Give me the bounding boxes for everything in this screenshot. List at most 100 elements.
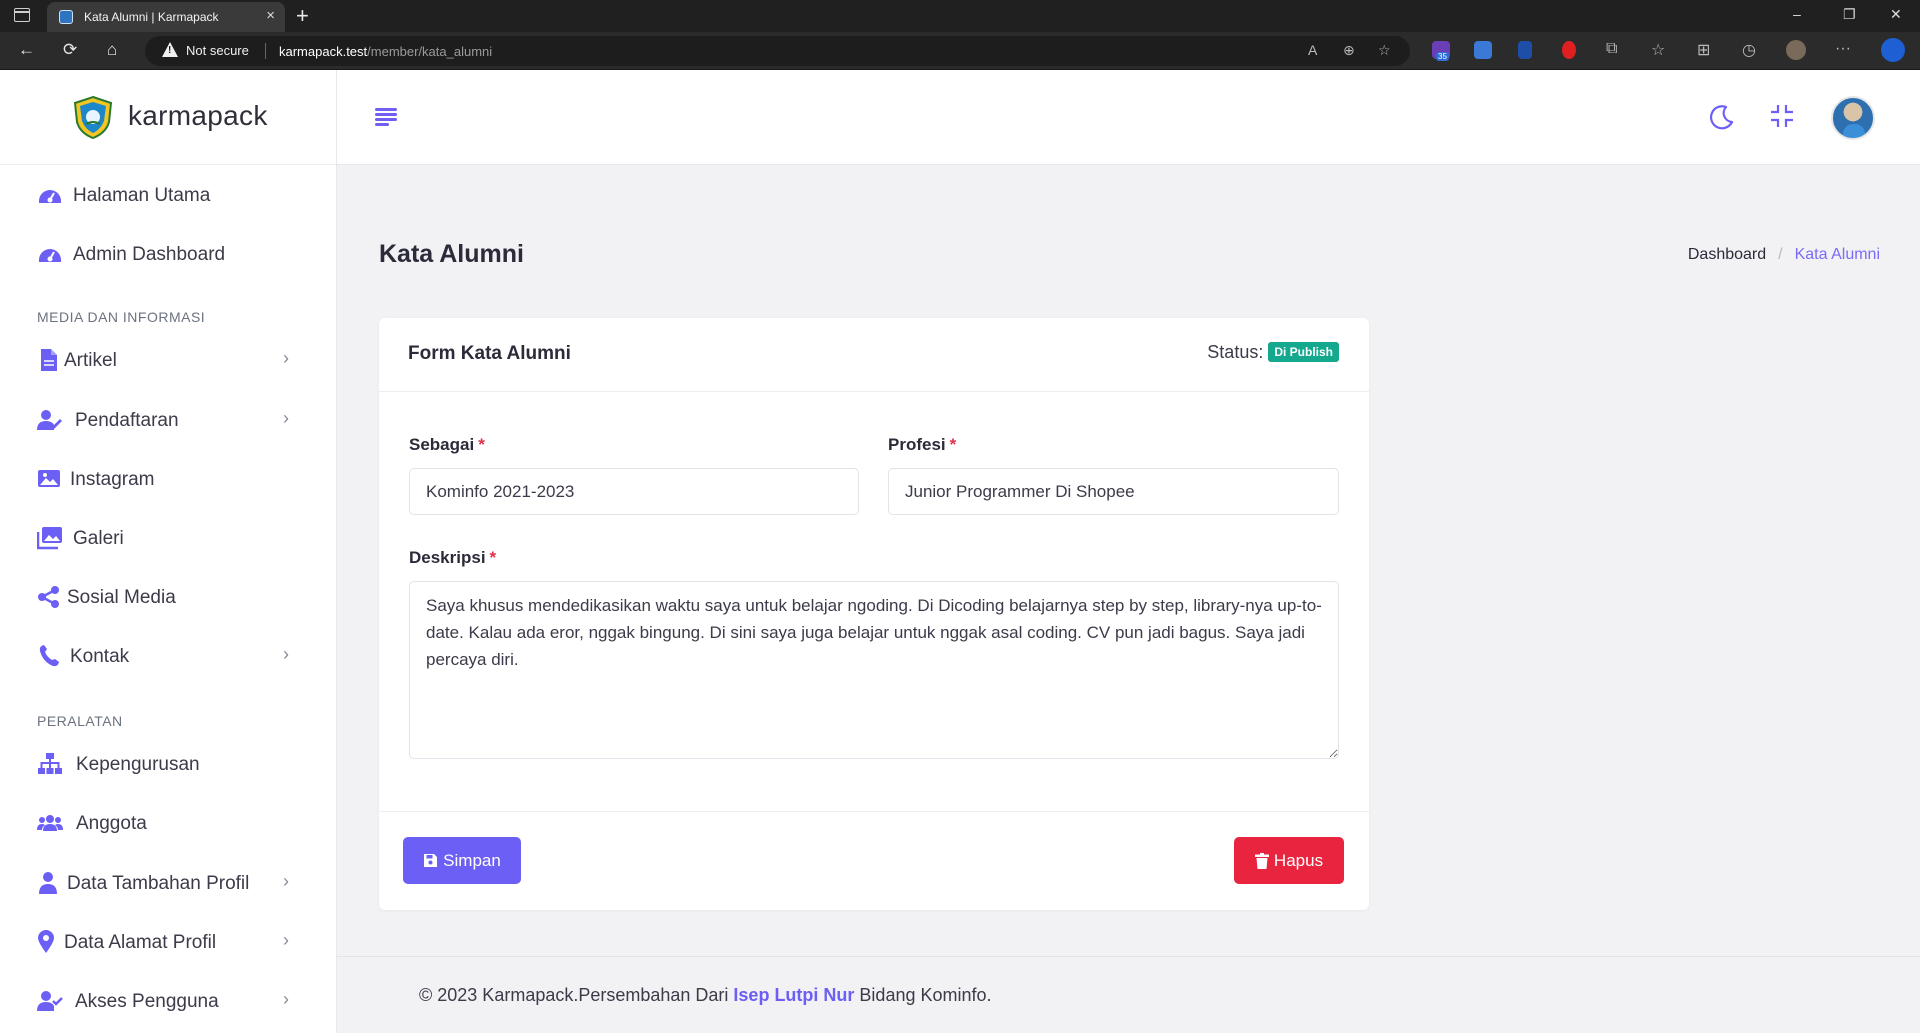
sidebar-item-akses-pengguna[interactable]: Akses Pengguna › [0, 981, 336, 1021]
zoom-icon[interactable]: ⊕ [1343, 42, 1355, 59]
back-icon[interactable]: ← [18, 40, 35, 60]
extension-icon[interactable] [1562, 41, 1576, 59]
tab-favicon-icon [59, 10, 73, 24]
card-footer: Simpan Hapus [379, 811, 1369, 910]
browser-address-row: ← ⟳ ⌂ Not secure karmapack.test/member/k… [0, 32, 1920, 70]
image-icon [38, 470, 60, 487]
file-icon [41, 349, 57, 371]
address-separator [265, 43, 266, 59]
user-check-icon [37, 991, 63, 1011]
home-icon[interactable]: ⌂ [107, 40, 117, 60]
footer-author-link[interactable]: Isep Lutpi Nur [733, 985, 854, 1005]
sidebar-item-galeri[interactable]: Galeri [0, 518, 336, 558]
url-text[interactable]: karmapack.test/member/kata_alumni [279, 44, 492, 59]
sidebar-item-data-tambahan-profil[interactable]: Data Tambahan Profil › [0, 863, 336, 903]
dashboard-gauge-icon [39, 249, 61, 262]
browser-tab[interactable]: Kata Alumni | Karmapack × [47, 2, 285, 32]
status-label: Status: [1207, 342, 1264, 362]
favorites-icon[interactable]: ☆ [1651, 40, 1665, 60]
warning-icon [162, 42, 178, 57]
translate-extension-icon[interactable] [1474, 41, 1492, 59]
extensions-icon[interactable]: ⧉ [1606, 40, 1617, 58]
brand[interactable]: karmapack [0, 70, 336, 165]
extension-badge: 35 [1436, 52, 1449, 61]
sidebar-item-label: Halaman Utama [73, 185, 211, 206]
breadcrumb: Dashboard / Kata Alumni [1688, 246, 1880, 264]
users-icon [37, 815, 63, 831]
more-options-icon[interactable]: ··· [1835, 40, 1851, 58]
sidebar-item-pendaftaran[interactable]: Pendaftaran › [0, 400, 336, 440]
profesi-input[interactable] [888, 468, 1339, 515]
history-icon[interactable]: ◷ [1742, 40, 1756, 60]
sidebar-item-artikel[interactable]: Artikel › [0, 340, 336, 380]
form-card: Form Kata Alumni Status: Di Publish Sebag… [379, 318, 1369, 910]
sidebar-item-label: Artikel [64, 350, 117, 371]
profile-icon[interactable] [1786, 40, 1806, 60]
minimize-icon[interactable]: – [1793, 6, 1801, 22]
avatar[interactable] [1831, 96, 1875, 140]
sebagai-label: Sebagai * [409, 435, 485, 454]
hamburger-icon[interactable] [375, 108, 397, 126]
sidebar-item-label: Anggota [76, 813, 147, 834]
required-mark: * [489, 548, 497, 567]
section-heading-media: MEDIA DAN INFORMASI [37, 309, 206, 325]
brand-name: karmapack [128, 100, 268, 131]
sidebar-item-label: Sosial Media [67, 587, 176, 608]
sidebar-item-data-alamat-profil[interactable]: Data Alamat Profil › [0, 922, 336, 962]
sidebar-item-admin-dashboard[interactable]: Admin Dashboard [0, 234, 336, 274]
moon-icon[interactable] [1707, 102, 1737, 132]
read-aloud-icon[interactable]: A [1308, 42, 1317, 58]
user-icon [39, 872, 57, 894]
sidebar-item-label: Data Tambahan Profil [67, 873, 250, 894]
sitemap-icon [38, 753, 62, 774]
sidebar-item-instagram[interactable]: Instagram [0, 459, 336, 499]
deskripsi-textarea[interactable]: Saya khusus mendedikasikan waktu saya un… [409, 581, 1339, 759]
sidebar-item-kepengurusan[interactable]: Kepengurusan [0, 744, 336, 784]
sidebar-item-label: Kontak [70, 646, 130, 667]
breadcrumb-dashboard-link[interactable]: Dashboard [1688, 246, 1766, 263]
phone-icon [39, 645, 59, 667]
save-button[interactable]: Simpan [403, 837, 521, 884]
save-button-label: Simpan [443, 850, 501, 870]
compress-icon[interactable] [1769, 103, 1795, 129]
new-tab-icon[interactable]: + [296, 3, 309, 29]
chevron-right-icon: › [283, 408, 289, 428]
sidebar: karmapack Halaman Utama Admin Dashboard … [0, 70, 337, 1033]
favorite-add-icon[interactable]: ☆ [1378, 42, 1391, 59]
sebagai-input[interactable] [409, 468, 859, 515]
sidebar-item-halaman-utama[interactable]: Halaman Utama [0, 175, 336, 215]
images-icon [37, 527, 62, 550]
window-close-icon[interactable]: ✕ [1890, 6, 1902, 23]
sidebar-item-label: Admin Dashboard [73, 244, 226, 265]
delete-button[interactable]: Hapus [1234, 837, 1344, 884]
delete-button-label: Hapus [1273, 850, 1324, 870]
security-label[interactable]: Not secure [186, 43, 249, 58]
sidebar-item-kontak[interactable]: Kontak › [0, 636, 336, 676]
card-title: Form Kata Alumni [408, 343, 571, 364]
address-bar[interactable]: Not secure karmapack.test/member/kata_al… [145, 36, 1410, 66]
chevron-right-icon: › [283, 348, 289, 368]
top-header [337, 70, 1920, 165]
section-heading-peralatan: PERALATAN [37, 713, 123, 729]
sidebar-item-label: Data Alamat Profil [64, 932, 217, 953]
restore-icon[interactable]: ❐ [1843, 6, 1856, 23]
deskripsi-label: Deskripsi * [409, 548, 497, 567]
chevron-right-icon: › [283, 871, 289, 891]
reload-icon[interactable]: ⟳ [63, 40, 77, 60]
page-title: Kata Alumni [379, 240, 524, 268]
collections-icon[interactable]: ⊞ [1697, 40, 1710, 60]
status: Status: Di Publish [1207, 342, 1339, 363]
tab-actions-icon[interactable] [14, 8, 30, 22]
shield-logo-icon [73, 95, 113, 140]
map-pin-icon [38, 930, 54, 953]
sidebar-item-sosial-media[interactable]: Sosial Media [0, 577, 336, 617]
sidebar-item-label: Instagram [70, 469, 155, 490]
extension-icon[interactable] [1518, 41, 1532, 59]
required-mark: * [478, 435, 485, 454]
copilot-icon[interactable] [1881, 38, 1905, 62]
dashboard-gauge-icon [39, 190, 61, 203]
tab-close-icon[interactable]: × [266, 7, 275, 24]
card-header: Form Kata Alumni Status: Di Publish [379, 318, 1369, 392]
sidebar-item-anggota[interactable]: Anggota [0, 803, 336, 843]
share-icon [38, 586, 59, 608]
